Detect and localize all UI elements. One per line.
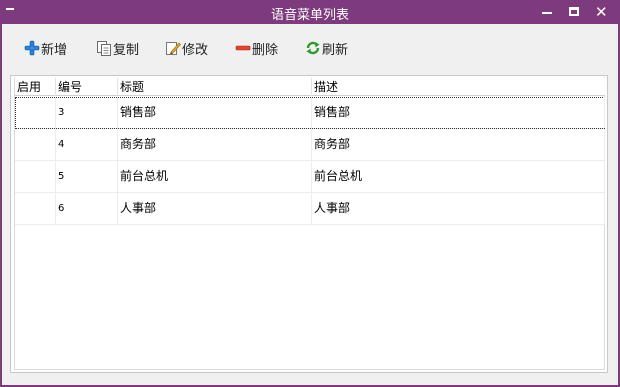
- copy-button[interactable]: 复制: [96, 37, 139, 59]
- pencil-icon: [165, 40, 181, 56]
- description-cell: 人事部: [312, 193, 605, 224]
- refresh-icon: [305, 40, 321, 56]
- minimize-button[interactable]: [536, 2, 558, 22]
- maximize-button[interactable]: [563, 2, 585, 22]
- title-cell: 前台总机: [118, 161, 312, 192]
- toolbar: 新增 复制 修改 删除 刷新: [10, 30, 610, 66]
- copy-icon: [96, 40, 112, 56]
- refresh-button[interactable]: 刷新: [305, 37, 348, 59]
- column-header-id[interactable]: 编号: [56, 78, 118, 96]
- id-cell: 4: [56, 129, 118, 160]
- table-row[interactable]: 3 销售部 销售部: [15, 97, 605, 129]
- minimize-icon: [542, 12, 552, 14]
- table-row[interactable]: 6 人事部 人事部: [15, 193, 605, 225]
- refresh-label: 刷新: [322, 42, 349, 58]
- column-header-title[interactable]: 标题: [118, 78, 312, 96]
- enabled-cell[interactable]: [15, 129, 56, 160]
- copy-label: 复制: [113, 42, 140, 58]
- add-label: 新增: [41, 42, 68, 58]
- edit-label: 修改: [182, 42, 209, 58]
- title-cell: 商务部: [118, 129, 312, 160]
- edit-button[interactable]: 修改: [165, 37, 208, 59]
- menu-table[interactable]: 启用 编号 标题 描述 3 销售部 销售部 4 商务部 商务部 5 前台总机 前…: [10, 75, 608, 373]
- column-header-description[interactable]: 描述: [312, 78, 605, 96]
- id-cell: 6: [56, 193, 118, 224]
- title-cell: 销售部: [118, 97, 312, 128]
- description-cell: 前台总机: [312, 161, 605, 192]
- close-icon: ✕: [595, 3, 608, 21]
- client-area: 新增 复制 修改 删除 刷新 启用 编号 标题 描述 3 销售部 销售部 4 商…: [2, 24, 618, 385]
- close-button[interactable]: ✕: [591, 2, 613, 22]
- column-header-enabled[interactable]: 启用: [15, 78, 56, 96]
- id-cell: 3: [56, 97, 118, 128]
- main-window: 语音菜单列表 ✕ 新增 复制 修改 删除 刷新 启用 编号 标题 描述 3 销售…: [0, 0, 620, 387]
- enabled-cell[interactable]: [15, 161, 56, 192]
- table-header: 启用 编号 标题 描述: [15, 78, 605, 96]
- maximize-icon: [569, 7, 579, 16]
- table-row[interactable]: 4 商务部 商务部: [15, 129, 605, 161]
- delete-button[interactable]: 删除: [235, 37, 278, 59]
- description-cell: 销售部: [312, 97, 605, 128]
- title-bar[interactable]: 语音菜单列表 ✕: [0, 0, 620, 24]
- title-cell: 人事部: [118, 193, 312, 224]
- minus-icon: [235, 40, 251, 56]
- window-title: 语音菜单列表: [270, 8, 349, 23]
- description-cell: 商务部: [312, 129, 605, 160]
- id-cell: 5: [56, 161, 118, 192]
- add-button[interactable]: 新增: [24, 37, 67, 59]
- table-row[interactable]: 5 前台总机 前台总机: [15, 161, 605, 193]
- plus-icon: [24, 40, 40, 56]
- enabled-cell[interactable]: [15, 193, 56, 224]
- enabled-cell[interactable]: [15, 97, 56, 128]
- delete-label: 删除: [252, 42, 279, 58]
